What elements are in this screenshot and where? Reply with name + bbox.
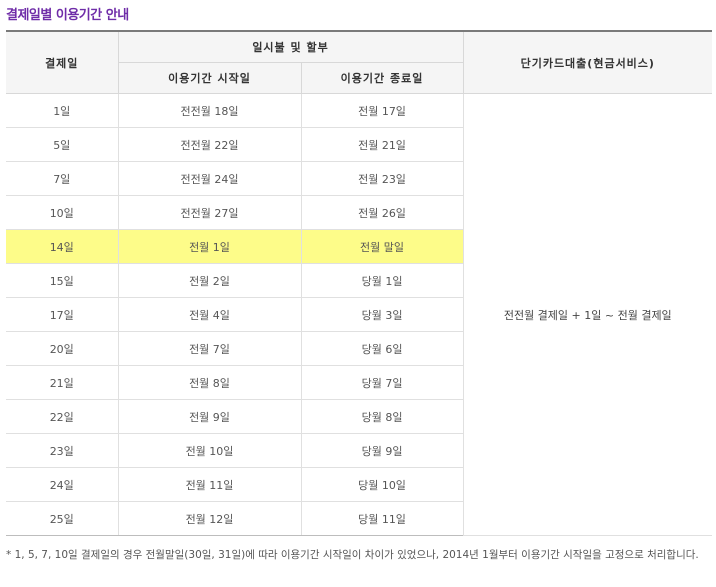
- cell-period-end: 당월 8일: [300, 399, 464, 434]
- cell-period-start: 전전월 24일: [117, 161, 302, 196]
- cell-period-end: 전월 21일: [300, 127, 464, 162]
- cell-period-start: 전월 1일: [117, 229, 302, 264]
- header-period-start: 이용기간 시작일: [118, 62, 302, 94]
- cell-period-start: 전월 12일: [117, 501, 302, 536]
- header-short-term-loan: 단기카드대출(현금서비스): [462, 30, 713, 94]
- header-payment-day: 결제일: [6, 30, 119, 94]
- cell-payment-day: 14일: [6, 229, 119, 264]
- header-period-end: 이용기간 종료일: [300, 62, 464, 94]
- cell-period-start: 전월 11일: [117, 467, 302, 502]
- cell-period-start: 전전월 27일: [117, 195, 302, 230]
- cell-period-start: 전월 8일: [117, 365, 302, 400]
- cell-period-end: 당월 10일: [300, 467, 464, 502]
- cell-period-end: 전월 말일: [300, 229, 464, 264]
- cell-payment-day: 5일: [6, 127, 119, 162]
- cell-payment-day: 25일: [6, 501, 119, 536]
- cell-period-end: 전월 26일: [300, 195, 464, 230]
- header-lump-sum-installment: 일시불 및 할부: [117, 30, 464, 63]
- cell-period-end: 당월 1일: [300, 263, 464, 298]
- cell-period-end: 전월 17일: [300, 93, 464, 128]
- table-header: 결제일 일시불 및 할부 단기카드대출(현금서비스) 이용기간 시작일 이용기간…: [6, 30, 713, 94]
- cell-period-end: 당월 11일: [300, 501, 464, 536]
- cell-payment-day: 23일: [6, 433, 119, 468]
- cell-period-start: 전월 2일: [117, 263, 302, 298]
- page-title: 결제일별 이용기간 안내: [6, 8, 129, 23]
- cell-payment-day: 1일: [6, 93, 119, 128]
- cell-period-end: 전월 23일: [300, 161, 464, 196]
- cell-period-start: 전월 9일: [117, 399, 302, 434]
- cell-payment-day: 22일: [6, 399, 119, 434]
- table-row: 1일 전전월 18일 전월 17일 전전월 결제일 + 1일 ~ 전월 결제일: [6, 93, 713, 536]
- billing-period-table: 결제일 일시불 및 할부 단기카드대출(현금서비스) 이용기간 시작일 이용기간…: [6, 30, 713, 536]
- cell-period-start: 전전월 22일: [117, 127, 302, 162]
- cell-period-start: 전월 7일: [117, 331, 302, 366]
- footnote: * 1, 5, 7, 10일 결제일의 경우 전월말일(30일, 31일)에 따…: [6, 549, 699, 561]
- cell-period-end: 당월 6일: [300, 331, 464, 366]
- cell-period-start: 전월 4일: [117, 297, 302, 332]
- cell-period-end: 당월 9일: [300, 433, 464, 468]
- cell-period-start: 전전월 18일: [117, 93, 302, 128]
- cell-payment-day: 21일: [6, 365, 119, 400]
- cell-period-start: 전월 10일: [117, 433, 302, 468]
- cell-payment-day: 17일: [6, 297, 119, 332]
- cell-payment-day: 24일: [6, 467, 119, 502]
- cell-period-end: 당월 3일: [300, 297, 464, 332]
- cell-payment-day: 15일: [6, 263, 119, 298]
- cell-payment-day: 20일: [6, 331, 119, 366]
- cell-payment-day: 10일: [6, 195, 119, 230]
- cell-period-end: 당월 7일: [300, 365, 464, 400]
- table-body: 1일 전전월 18일 전월 17일 전전월 결제일 + 1일 ~ 전월 결제일 5일 전전…: [6, 93, 713, 536]
- cell-short-term-period: 전전월 결제일 + 1일 ~ 전월 결제일: [462, 93, 713, 536]
- cell-payment-day: 7일: [6, 161, 119, 196]
